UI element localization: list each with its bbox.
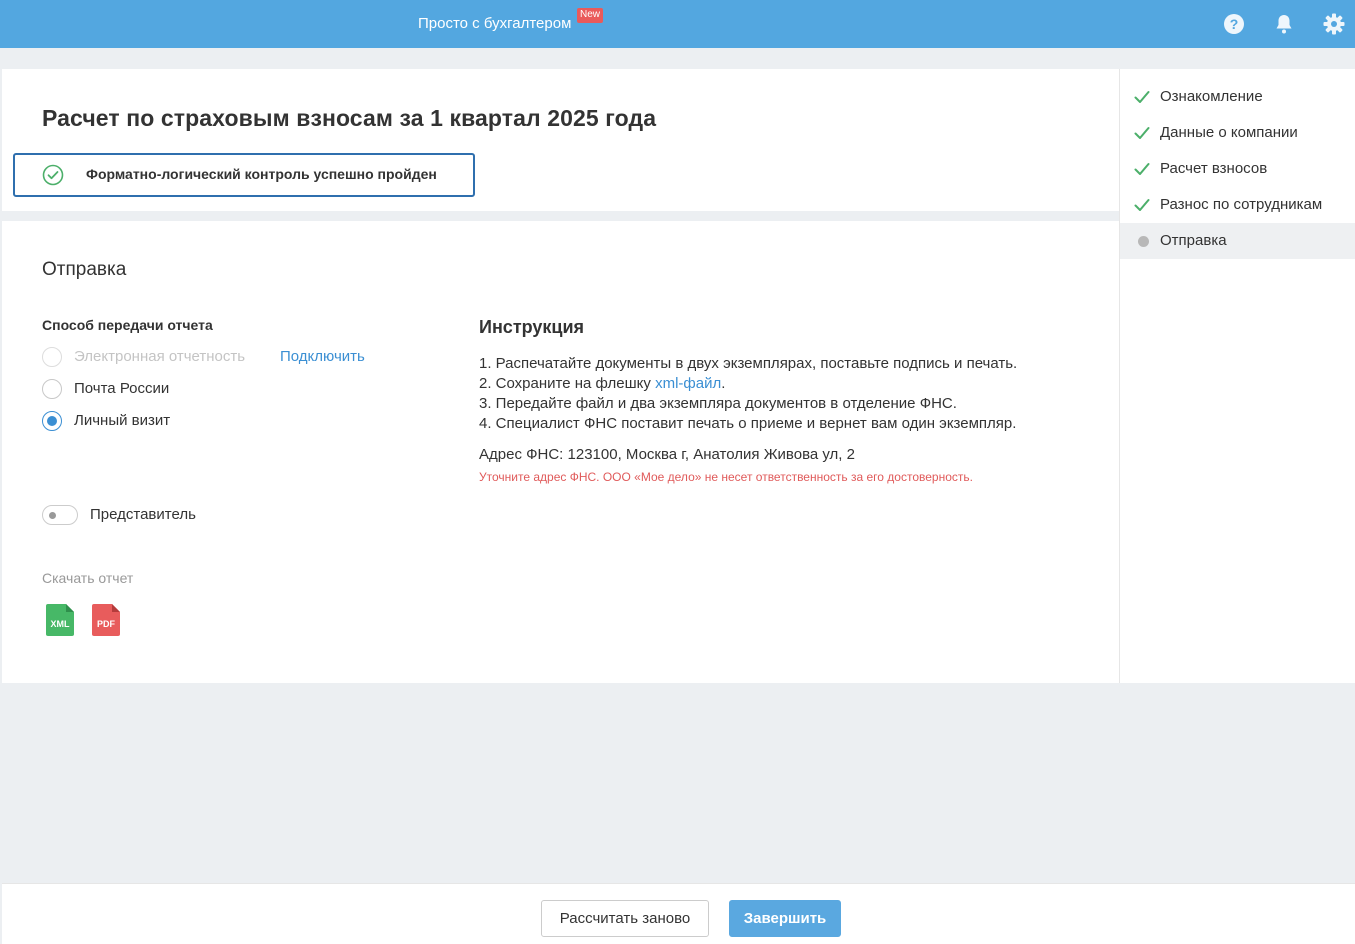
top-bar: Просто с бухгалтером New ?: [0, 0, 1355, 48]
recalculate-button[interactable]: Рассчитать заново: [541, 900, 709, 937]
step-label: Отправка: [1160, 232, 1227, 249]
fns-address: Адрес ФНС: 123100, Москва г, Анатолия Жи…: [479, 446, 855, 463]
representative-toggle[interactable]: [42, 505, 78, 525]
radio-post-label[interactable]: Почта России: [74, 380, 169, 397]
step-label: Расчет взносов: [1160, 160, 1268, 177]
report-header-card: Расчет по страховым взносам за 1 квартал…: [2, 69, 1119, 211]
step-employees[interactable]: Разнос по сотрудникам: [1120, 187, 1355, 223]
instruction-title: Инструкция: [479, 317, 585, 337]
radio-electronic[interactable]: [42, 347, 62, 367]
check-circle-icon: [42, 164, 64, 191]
fns-address-warning: Уточните адрес ФНС. ООО «Мое дело» не не…: [479, 470, 973, 484]
xml-file-link[interactable]: xml-файл: [655, 375, 721, 392]
connect-link[interactable]: Подключить: [280, 348, 365, 365]
check-icon: [1134, 198, 1150, 217]
section-title: Отправка: [42, 259, 127, 280]
step-label: Данные о компании: [1160, 124, 1298, 141]
instruction-list: 1. Распечатайте документы в двух экземпл…: [479, 354, 1017, 434]
instruction-step: 4. Специалист ФНС поставит печать о прие…: [479, 415, 1017, 432]
instruction-step: 1. Распечатайте документы в двух экземпл…: [479, 355, 1018, 372]
check-icon: [1134, 126, 1150, 145]
control-status-text: Форматно-логический контроль успешно про…: [86, 166, 437, 182]
check-icon: [1134, 90, 1150, 109]
representative-label: Представитель: [90, 506, 196, 523]
radio-personal-visit[interactable]: [42, 411, 62, 431]
steps-sidebar: Ознакомление Данные о компании Расчет вз…: [1119, 69, 1355, 683]
page-title: Расчет по страховым взносам за 1 квартал…: [42, 105, 657, 131]
radio-electronic-label: Электронная отчетность: [74, 348, 246, 365]
xml-file-icon[interactable]: XML: [46, 604, 74, 636]
instruction-step: 2. Сохраните на флешку xml-файл.: [479, 375, 726, 392]
radio-personal-visit-label[interactable]: Личный визит: [74, 412, 170, 429]
footer-bar: Рассчитать заново Завершить: [2, 883, 1355, 944]
step-sending[interactable]: Отправка: [1120, 223, 1355, 259]
control-status-box: Форматно-логический контроль успешно про…: [13, 153, 475, 197]
current-step-dot-icon: [1138, 236, 1149, 247]
bell-icon[interactable]: [1272, 12, 1296, 36]
step-calculation[interactable]: Расчет взносов: [1120, 151, 1355, 187]
promo-link[interactable]: Просто с бухгалтером: [418, 15, 571, 32]
pdf-file-label: PDF: [97, 619, 116, 629]
method-label: Способ передачи отчета: [42, 317, 213, 333]
step-label: Разнос по сотрудникам: [1160, 196, 1323, 213]
instruction-step: 3. Передайте файл и два экземпляра докум…: [479, 395, 957, 412]
download-label: Скачать отчет: [42, 570, 134, 586]
xml-file-label: XML: [51, 619, 71, 629]
check-icon: [1134, 162, 1150, 181]
step-company-data[interactable]: Данные о компании: [1120, 115, 1355, 151]
gear-icon[interactable]: [1322, 12, 1346, 36]
pdf-file-icon[interactable]: PDF: [92, 604, 120, 636]
step-label: Ознакомление: [1160, 88, 1263, 105]
svg-text:?: ?: [1230, 16, 1239, 32]
finish-button[interactable]: Завершить: [729, 900, 841, 937]
radio-post[interactable]: [42, 379, 62, 399]
help-icon[interactable]: ?: [1222, 12, 1246, 36]
new-badge: New: [577, 8, 604, 23]
sending-card: Отправка Способ передачи отчета Электрон…: [2, 221, 1119, 683]
step-intro[interactable]: Ознакомление: [1120, 79, 1355, 115]
